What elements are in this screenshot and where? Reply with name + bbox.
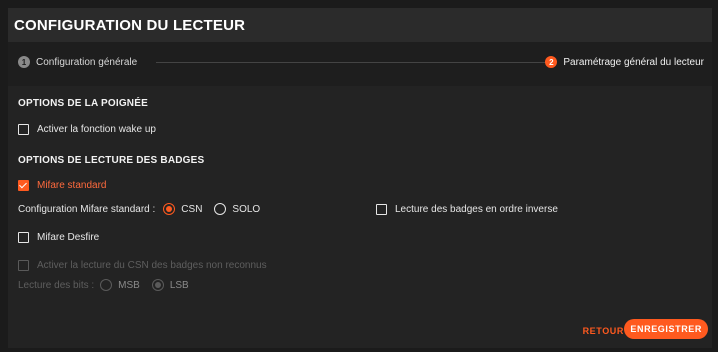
wake-up-checkbox[interactable] <box>18 124 29 135</box>
msb-radio-label: MSB <box>118 279 140 291</box>
mifare-desfire-option[interactable]: Mifare Desfire <box>18 232 99 243</box>
mifare-standard-label: Mifare standard <box>37 180 107 191</box>
mifare-desfire-checkbox[interactable] <box>18 232 29 243</box>
mifare-desfire-label: Mifare Desfire <box>37 232 100 243</box>
step-number-1: 1 <box>18 56 30 68</box>
mifare-standard-option[interactable]: Mifare standard <box>18 180 106 191</box>
lsb-radio-label: LSB <box>169 279 189 291</box>
title-bar: CONFIGURATION DU LECTEUR <box>8 8 712 42</box>
unknown-csn-label: Activer la lecture du CSN des badges non… <box>37 260 267 271</box>
back-button[interactable]: RETOUR <box>583 326 624 336</box>
stepper: 1 Configuration générale 2 Paramétrage g… <box>8 42 712 86</box>
page-title: CONFIGURATION DU LECTEUR <box>14 16 246 34</box>
step-general-config[interactable]: 1 Configuration générale <box>18 56 137 68</box>
step-connector-line <box>156 62 552 63</box>
wake-up-label: Activer la fonction wake up <box>37 124 156 135</box>
reverse-order-checkbox[interactable] <box>376 204 387 215</box>
mifare-standard-checkbox[interactable] <box>18 180 29 191</box>
mifare-config-row: Configuration Mifare standard : CSN SOLO <box>18 203 260 215</box>
bits-reading-row: Lecture des bits : MSB LSB <box>18 279 189 291</box>
reverse-order-option[interactable]: Lecture des badges en ordre inverse <box>376 204 558 215</box>
reader-config-panel: CONFIGURATION DU LECTEUR 1 Configuration… <box>8 8 712 348</box>
unknown-csn-checkbox[interactable] <box>18 260 29 271</box>
step-number-2: 2 <box>545 56 558 68</box>
step-reader-settings[interactable]: 2 Paramétrage général du lecteur <box>545 56 704 68</box>
msb-radio[interactable] <box>100 279 113 291</box>
solo-radio[interactable] <box>214 203 227 215</box>
csn-radio-label: CSN <box>181 203 203 215</box>
csn-radio[interactable] <box>163 203 176 215</box>
save-button[interactable]: ENREGISTRER <box>624 319 708 339</box>
reverse-order-label: Lecture des badges en ordre inverse <box>395 204 558 215</box>
mifare-config-label: Configuration Mifare standard : <box>18 203 156 215</box>
step-label: Configuration générale <box>36 56 138 68</box>
wake-up-option[interactable]: Activer la fonction wake up <box>18 124 156 135</box>
solo-radio-label: SOLO <box>232 203 261 215</box>
bits-label: Lecture des bits : <box>18 279 95 291</box>
lsb-radio[interactable] <box>151 279 164 291</box>
handle-options-title: OPTIONS DE LA POIGNÉE <box>18 98 148 109</box>
unknown-csn-option[interactable]: Activer la lecture du CSN des badges non… <box>18 260 267 271</box>
step-label: Paramétrage général du lecteur <box>563 56 704 68</box>
badge-options-title: OPTIONS DE LECTURE DES BADGES <box>18 155 205 166</box>
